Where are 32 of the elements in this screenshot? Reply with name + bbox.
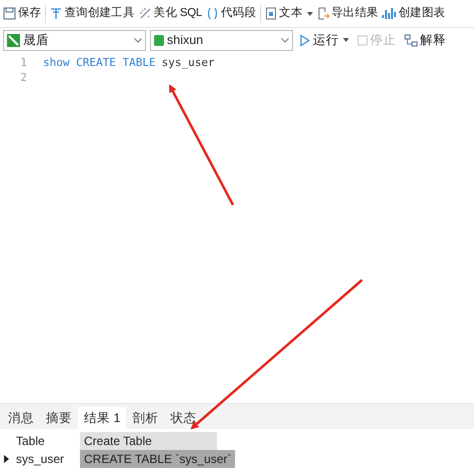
connection-icon xyxy=(7,34,20,46)
explain-button[interactable]: 解释 xyxy=(402,29,448,51)
chevron-icon xyxy=(134,38,142,42)
query-builder-button[interactable]: 查询创建工具 xyxy=(48,2,137,24)
save-icon xyxy=(3,7,16,20)
sql-keyword: show CREATE TABLE xyxy=(43,55,156,72)
tool-icon xyxy=(50,7,62,20)
export-button[interactable]: 导出结果 xyxy=(314,2,380,24)
parentheses-icon xyxy=(206,7,220,20)
stop-icon xyxy=(357,34,368,46)
dropdown[interactable]: shixun xyxy=(150,30,293,50)
line-number: 1 xyxy=(19,55,28,72)
export-icon xyxy=(316,7,330,20)
beautify-button[interactable]: 美化 SQL xyxy=(136,2,204,24)
chart-button[interactable]: 创建图表 xyxy=(380,2,448,24)
diagram-icon xyxy=(404,34,418,46)
table-cell: CREATE TABLE `sys_user` xyxy=(80,450,236,468)
save-button[interactable]: 保存 xyxy=(1,2,44,24)
line-number: 2 xyxy=(19,70,28,86)
document-icon xyxy=(265,7,278,20)
run-button[interactable]: 运行 xyxy=(297,29,351,51)
text-button[interactable]: 文本 xyxy=(263,2,315,24)
result-tab[interactable]: 结果 1 xyxy=(78,407,126,429)
sparkle-icon xyxy=(138,7,152,20)
dropdown[interactable]: 晟盾 xyxy=(3,30,146,50)
chart-icon xyxy=(382,7,396,20)
database-icon xyxy=(154,34,164,46)
play-icon xyxy=(299,34,311,46)
column-header: Create Table xyxy=(80,432,217,450)
snippet-button[interactable]: 代码段 xyxy=(204,2,258,24)
chevron-icon xyxy=(281,38,289,42)
code-text: sys_user xyxy=(162,55,215,72)
